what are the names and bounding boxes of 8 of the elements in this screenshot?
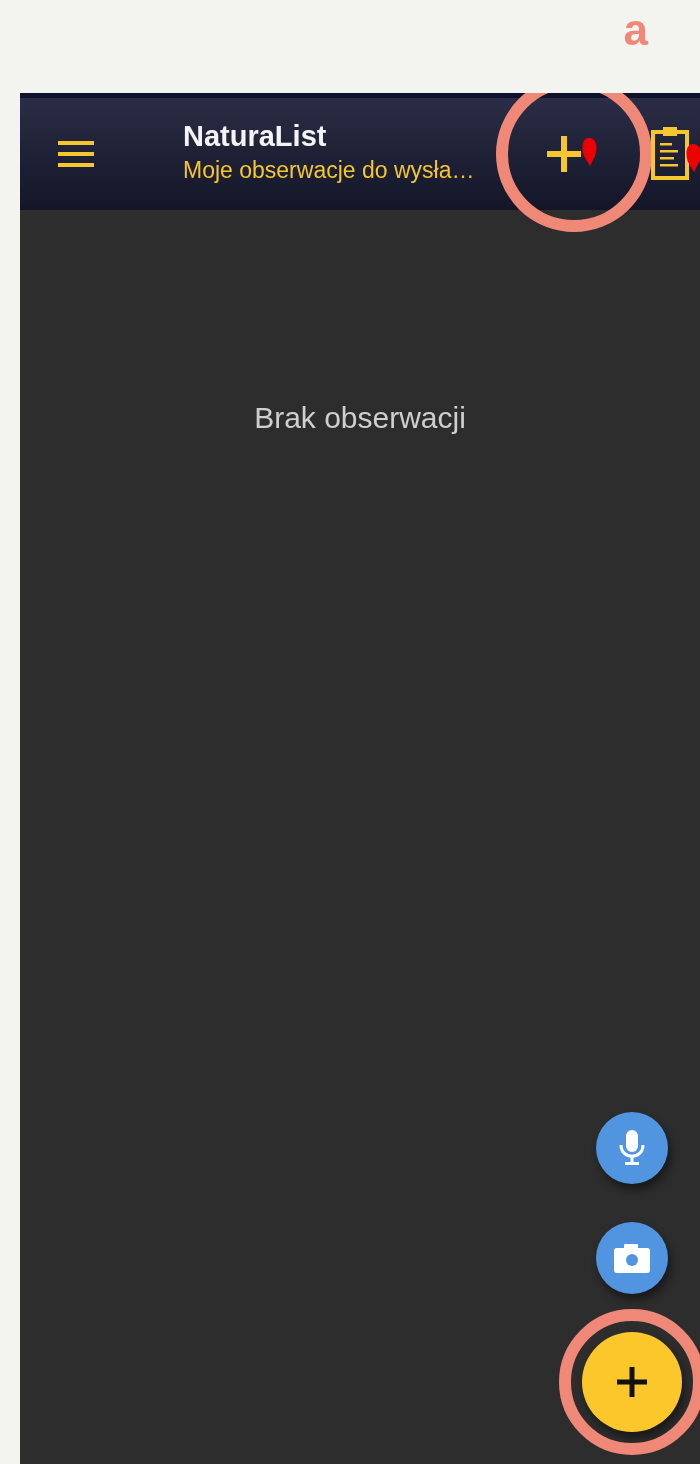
app-subtitle: Moje obserwacje do wysła… bbox=[183, 155, 476, 185]
empty-message: Brak obserwacji bbox=[254, 401, 466, 434]
camera-icon bbox=[614, 1243, 650, 1273]
annotation-label: a bbox=[623, 8, 648, 56]
app-title: NaturaList bbox=[183, 120, 328, 153]
plus-icon bbox=[617, 1367, 647, 1397]
menu-icon bbox=[58, 140, 94, 168]
microphone-icon bbox=[619, 1130, 645, 1166]
